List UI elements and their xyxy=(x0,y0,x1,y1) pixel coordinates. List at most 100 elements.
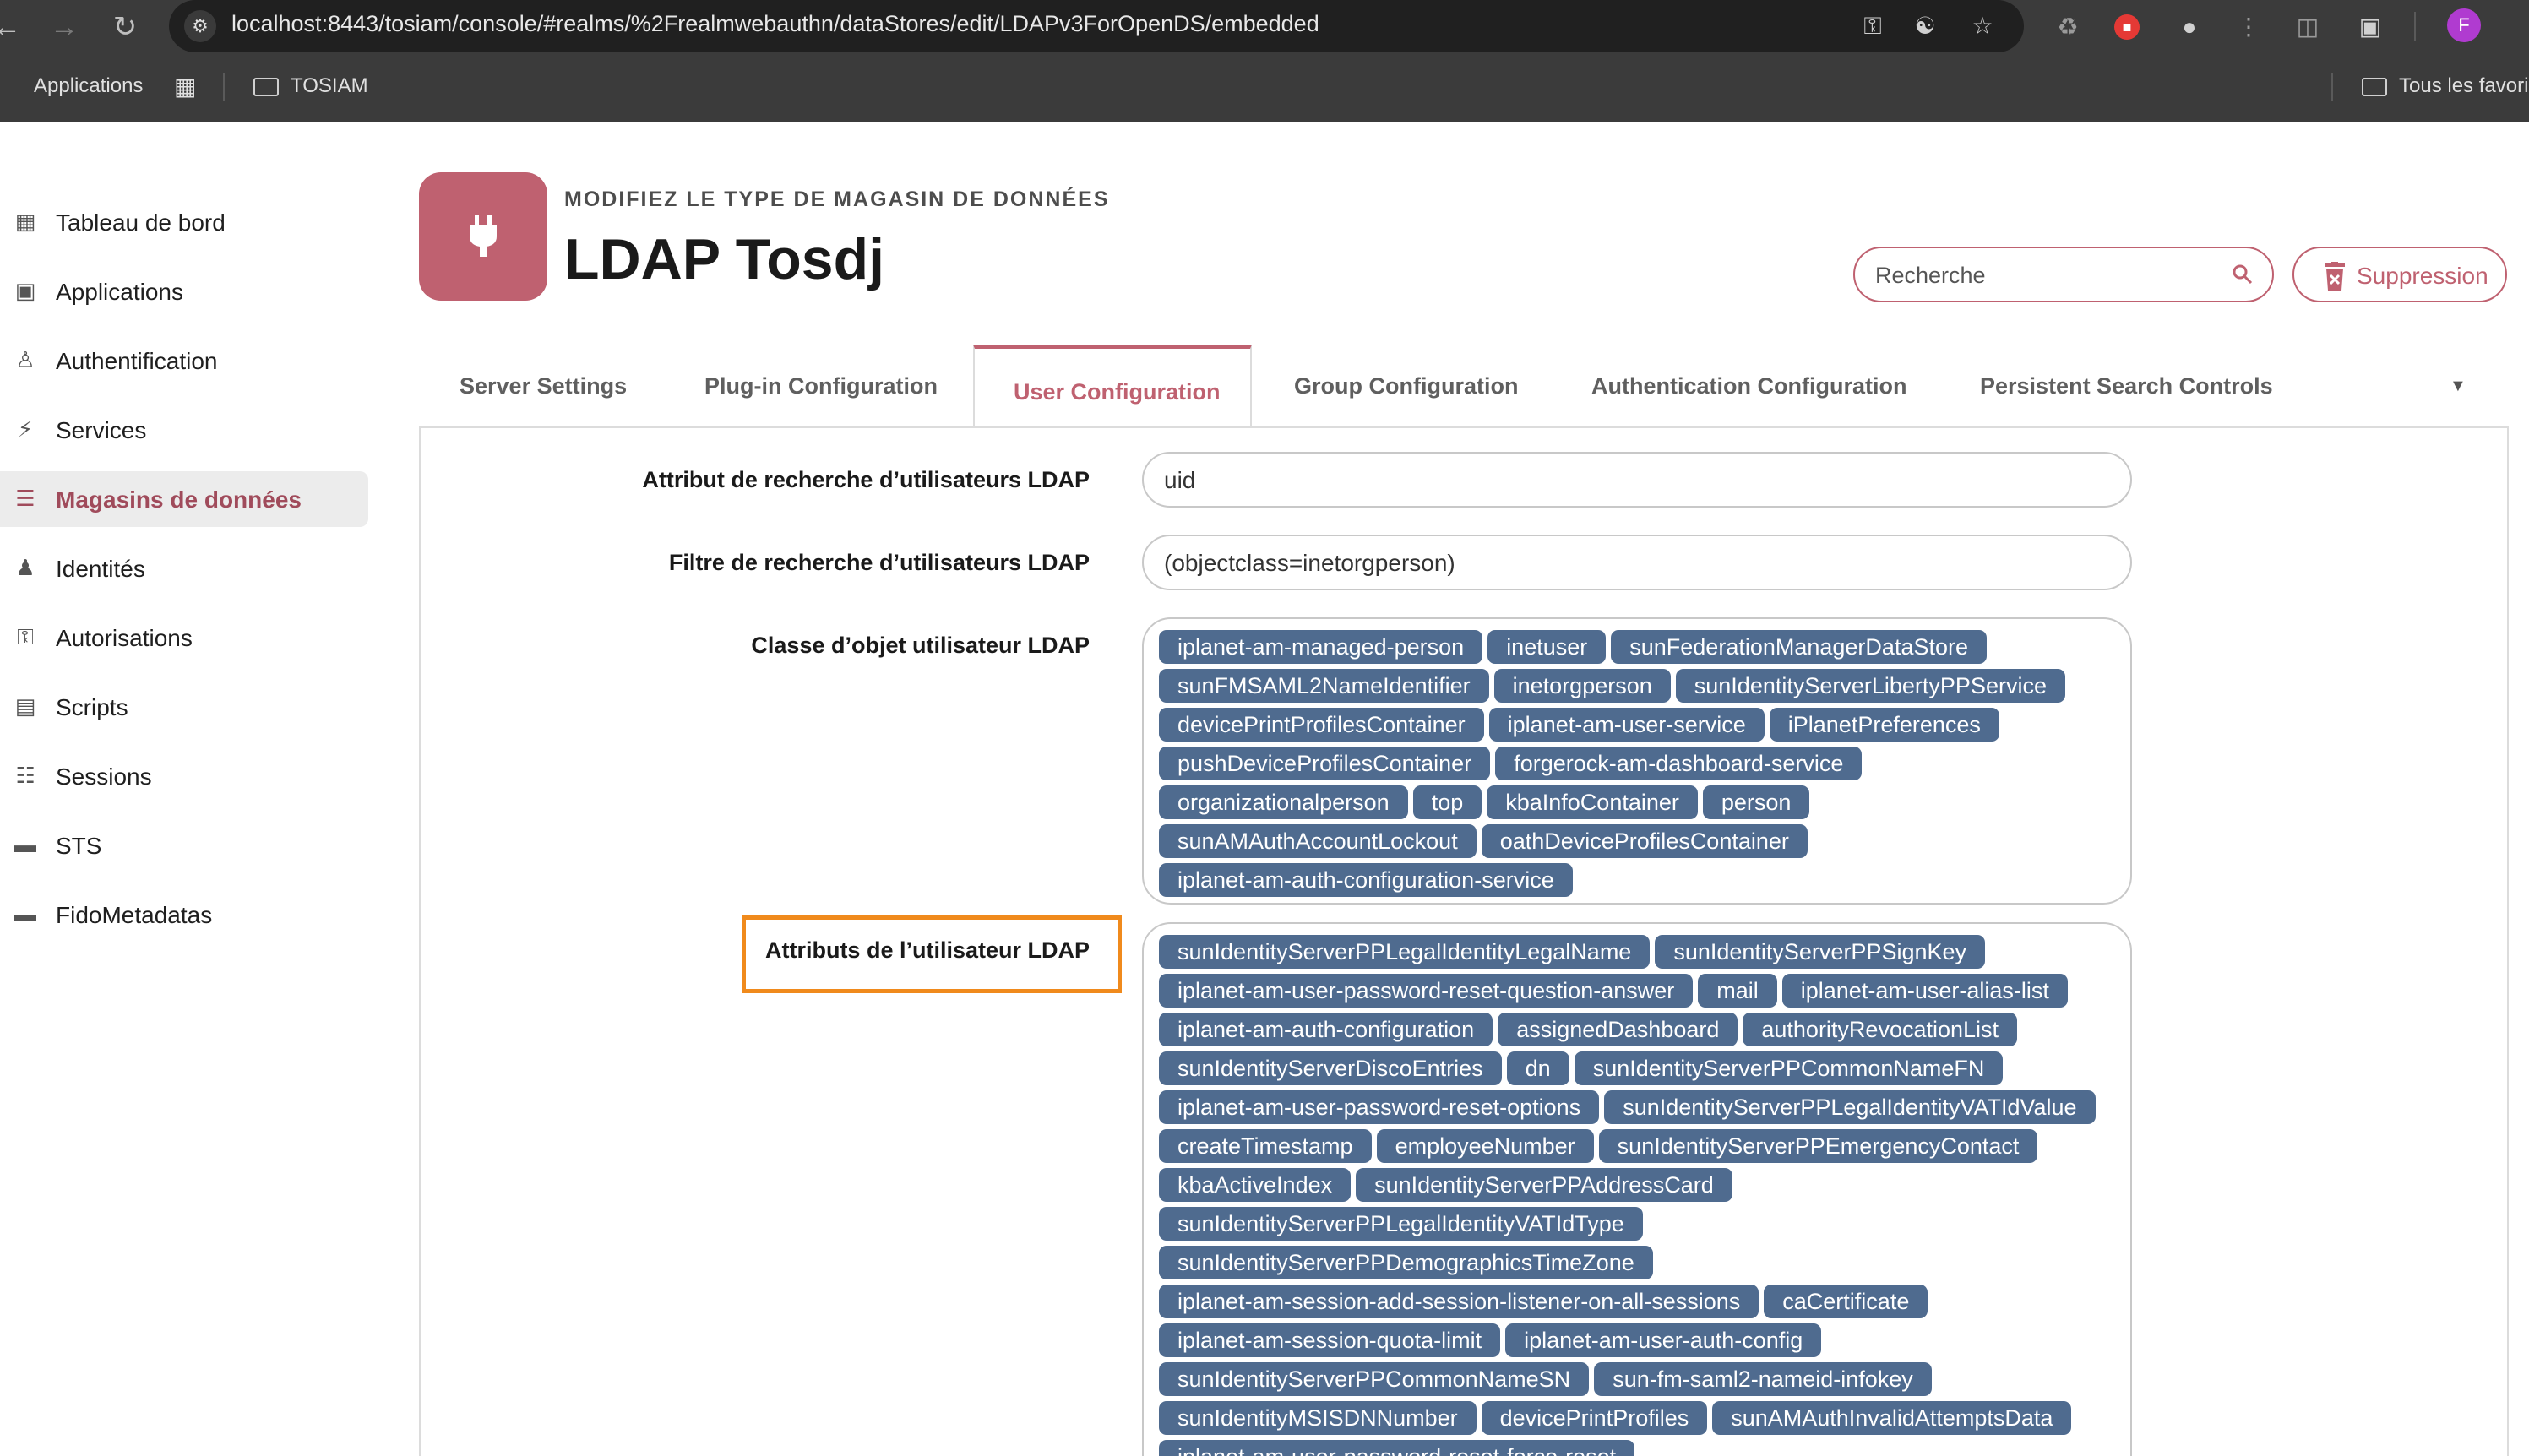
tag-chip[interactable]: iplanet-am-session-add-session-listener-… xyxy=(1159,1285,1759,1318)
tag-chip[interactable]: organizationalperson xyxy=(1159,785,1408,819)
search-attribute-input[interactable] xyxy=(1164,465,2093,496)
tag-chip[interactable]: caCertificate xyxy=(1764,1285,1928,1318)
tag-chip[interactable]: assignedDashboard xyxy=(1498,1013,1738,1046)
sidebar-item-applications[interactable]: ▣ Applications xyxy=(0,263,368,319)
tag-chip[interactable]: sunIdentityServerPPEmergencyContact xyxy=(1598,1129,2038,1163)
sidebar-item-authorizations[interactable]: ⚿ Autorisations xyxy=(0,610,368,666)
tag-chip[interactable]: person xyxy=(1702,785,1810,819)
extension-dots-icon[interactable]: ⋮ xyxy=(2232,10,2265,44)
tag-chip[interactable]: sunIdentityServerPPLegalIdentityLegalNam… xyxy=(1159,935,1651,969)
tag-chip[interactable]: kbaInfoContainer xyxy=(1487,785,1698,819)
tag-chip[interactable]: top xyxy=(1412,785,1482,819)
tag-chip[interactable]: sunFederationManagerDataStore xyxy=(1611,630,1987,664)
tag-chip[interactable]: sunAMAuthInvalidAttemptsData xyxy=(1712,1401,2072,1435)
tag-chip[interactable]: mail xyxy=(1698,974,1777,1008)
tag-chip[interactable]: kbaActiveIndex xyxy=(1159,1168,1352,1202)
tab-groups-icon[interactable]: ▦ xyxy=(174,73,196,101)
search-filter-field[interactable] xyxy=(1142,535,2132,590)
tag-chip[interactable]: sunFMSAML2NameIdentifier xyxy=(1159,669,1489,703)
search-filter-input[interactable] xyxy=(1164,548,2093,579)
card-icon: ▬ xyxy=(14,901,36,926)
tag-chip[interactable]: inetuser xyxy=(1487,630,1607,664)
tag-chip[interactable]: oathDeviceProfilesContainer xyxy=(1481,824,1808,858)
tag-chip[interactable]: iplanet-am-user-service xyxy=(1488,708,1765,742)
tab-user-configuration[interactable]: User Configuration xyxy=(973,345,1252,429)
sidebar-item-services[interactable]: ⚡ Services xyxy=(0,402,368,458)
tag-chip[interactable]: sunIdentityServerPPCommonNameSN xyxy=(1159,1362,1590,1396)
back-icon[interactable]: ← xyxy=(0,8,25,46)
tag-chip[interactable]: sunIdentityMSISDNNumber xyxy=(1159,1401,1477,1435)
delete-button[interactable]: Suppression xyxy=(2292,247,2507,302)
tag-chip[interactable]: forgerock-am-dashboard-service xyxy=(1495,747,1863,780)
tag-chip[interactable]: dn xyxy=(1506,1051,1569,1085)
forward-icon[interactable]: → xyxy=(46,8,83,46)
tag-chip[interactable]: iplanet-am-managed-person xyxy=(1159,630,1483,664)
extension-globe-icon[interactable]: ● xyxy=(2173,10,2206,44)
tag-chip[interactable]: iPlanetPreferences xyxy=(1769,708,1999,742)
tag-chip[interactable]: authorityRevocationList xyxy=(1743,1013,2018,1046)
user-attributes-label: Attributs de l’utilisateur LDAP xyxy=(764,937,1090,963)
tag-chip[interactable]: sunAMAuthAccountLockout xyxy=(1159,824,1477,858)
all-bookmarks[interactable]: Tous les favori xyxy=(2362,74,2528,98)
tag-chip[interactable]: iplanet-am-user-password-reset-options xyxy=(1159,1090,1600,1124)
object-class-tag-input[interactable]: iplanet-am-managed-person inetuser sunFede… xyxy=(1142,617,2132,905)
tag-chip[interactable]: iplanet-am-session-quota-limit xyxy=(1159,1323,1501,1357)
search-icon[interactable] xyxy=(2232,263,2254,285)
extensions-puzzle-icon[interactable]: ▣ xyxy=(2353,10,2387,44)
sidebar-item-label: FidoMetadatas xyxy=(56,902,213,928)
tag-chip[interactable]: devicePrintProfilesContainer xyxy=(1159,708,1484,742)
tab-label: Authentication Configuration xyxy=(1591,373,1907,399)
bookmark-star-icon[interactable]: ☆ xyxy=(1966,10,1999,42)
sidebar-item-datastores[interactable]: ☰ Magasins de données xyxy=(0,471,368,527)
tag-chip[interactable]: sunIdentityServerPPDemographicsTimeZone xyxy=(1159,1246,1653,1279)
tag-chip[interactable]: pushDeviceProfilesContainer xyxy=(1159,747,1491,780)
sidebar-item-fidometadatas[interactable]: ▬ FidoMetadatas xyxy=(0,887,368,943)
tag-chip[interactable]: sun-fm-saml2-nameid-infokey xyxy=(1594,1362,1932,1396)
site-settings-icon[interactable]: ⚙ xyxy=(184,10,216,42)
search-box[interactable] xyxy=(1853,247,2274,302)
tag-chip[interactable]: iplanet-am-auth-configuration-service xyxy=(1159,863,1573,897)
sidebar-item-sts[interactable]: ▬ STS xyxy=(0,818,368,873)
tag-chip[interactable]: sunIdentityServerPPLegalIdentityVATIdTyp… xyxy=(1159,1207,1643,1241)
reading-mode-icon[interactable]: ◫ xyxy=(2291,10,2325,44)
tag-chip[interactable]: sunIdentityServerDiscoEntries xyxy=(1159,1051,1502,1085)
url-text[interactable]: localhost:8443/tosiam/console/#realms/%2… xyxy=(231,11,1319,37)
search-input[interactable] xyxy=(1875,260,2213,291)
tag-chip[interactable]: sunIdentityServerPPAddressCard xyxy=(1356,1168,1732,1202)
extension-recycle-icon[interactable]: ♻ xyxy=(2051,10,2085,44)
sidebar-item-sessions[interactable]: ☷ Sessions xyxy=(0,748,368,804)
reload-icon[interactable]: ↻ xyxy=(106,8,144,46)
search-attribute-field[interactable] xyxy=(1142,452,2132,508)
translate-icon[interactable]: ☯ xyxy=(1909,10,1941,42)
sidebar-item-authentication[interactable]: ♙ Authentification xyxy=(0,333,368,388)
tag-chip[interactable]: sunIdentityServerPPCommonNameFN xyxy=(1574,1051,2004,1085)
sidebar-item-label: Sessions xyxy=(56,763,152,790)
tag-chip[interactable]: iplanet-am-user-password-reset-force-res… xyxy=(1159,1440,1635,1456)
tag-chip[interactable]: employeeNumber xyxy=(1376,1129,1594,1163)
password-key-icon[interactable]: ⚿ xyxy=(1857,10,1889,42)
extension-red-icon[interactable]: ■ xyxy=(2114,14,2140,40)
sidebar-item-dashboard[interactable]: ▦ Tableau de bord xyxy=(0,194,368,250)
tab-overflow-chevron-down-icon[interactable]: ▼ xyxy=(2450,377,2470,397)
user-attributes-tag-input[interactable]: sunIdentityServerPPLegalIdentityLegalNam… xyxy=(1142,922,2132,1456)
profile-avatar[interactable]: F xyxy=(2447,8,2481,42)
bookmark-applications[interactable]: Applications xyxy=(34,74,143,98)
address-bar[interactable]: ⚙ localhost:8443/tosiam/console/#realms/… xyxy=(169,0,2024,52)
tag-chip[interactable]: sunIdentityServerPPLegalIdentityVATIdVal… xyxy=(1604,1090,2096,1124)
tag-chip[interactable]: iplanet-am-user-auth-config xyxy=(1505,1323,1822,1357)
bookmark-folder-tosiam[interactable]: TOSIAM xyxy=(253,74,368,98)
sidebar-item-scripts[interactable]: ▤ Scripts xyxy=(0,679,368,735)
sidebar-item-label: Tableau de bord xyxy=(56,209,226,236)
tag-chip[interactable]: inetorgperson xyxy=(1493,669,1671,703)
page-subtitle: MODIFIEZ LE TYPE DE MAGASIN DE DONNÉES xyxy=(564,187,1110,211)
tag-chip[interactable]: iplanet-am-user-password-reset-question-… xyxy=(1159,974,1694,1008)
tag-chip[interactable]: sunIdentityServerLibertyPPService xyxy=(1675,669,2065,703)
tag-chip[interactable]: iplanet-am-user-alias-list xyxy=(1781,974,2068,1008)
tag-chip[interactable]: devicePrintProfiles xyxy=(1481,1401,1708,1435)
tag-chip[interactable]: sunIdentityServerPPSignKey xyxy=(1655,935,1986,969)
tag-chip[interactable]: iplanet-am-auth-configuration xyxy=(1159,1013,1493,1046)
tag-chip[interactable]: createTimestamp xyxy=(1159,1129,1372,1163)
trash-icon xyxy=(2325,262,2345,291)
sidebar-item-identities[interactable]: ♟ Identités xyxy=(0,541,368,596)
all-bookmarks-label: Tous les favori xyxy=(2399,74,2529,97)
